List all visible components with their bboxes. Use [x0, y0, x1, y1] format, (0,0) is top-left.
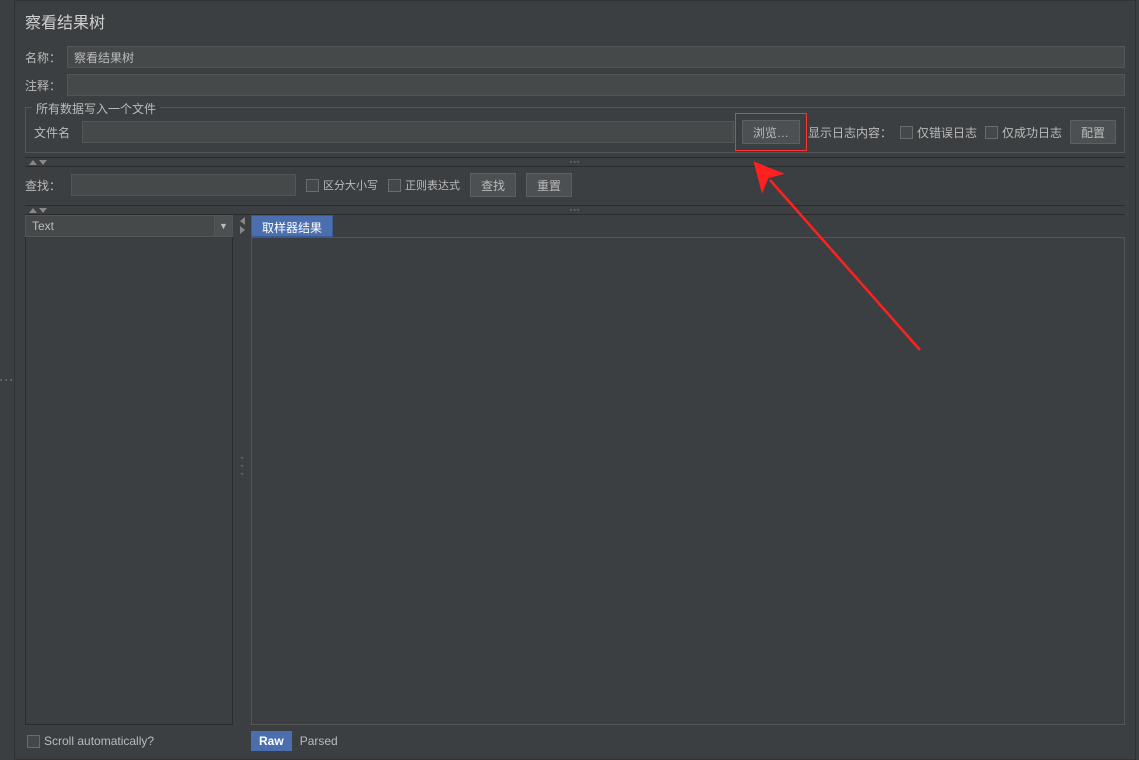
- fieldset-legend: 所有数据写入一个文件: [32, 100, 160, 117]
- case-sensitive-label: 区分大小写: [323, 177, 378, 193]
- search-input[interactable]: [71, 174, 296, 196]
- splitter-left-icon: [240, 217, 245, 225]
- collapse-down-icon: [39, 208, 47, 213]
- reset-button[interactable]: 重置: [526, 173, 572, 197]
- success-only-checkbox[interactable]: 仅成功日志: [985, 124, 1062, 141]
- left-dock-handle[interactable]: [0, 0, 14, 760]
- result-content-area: [251, 237, 1125, 725]
- regex-label: 正则表达式: [405, 177, 460, 193]
- checkbox-icon: [388, 179, 401, 192]
- search-label: 查找：: [25, 177, 61, 194]
- config-button[interactable]: 配置: [1070, 120, 1116, 144]
- file-output-fieldset: 所有数据写入一个文件 文件名 浏览… 显示日志内容： 仅错误日志 仅成功日志 配…: [25, 107, 1125, 153]
- case-sensitive-checkbox[interactable]: 区分大小写: [306, 177, 378, 193]
- name-label: 名称：: [25, 49, 61, 66]
- collapse-bar-1[interactable]: ▪▪▪: [25, 157, 1125, 167]
- panel-title: 察看结果树: [15, 1, 1135, 43]
- results-tree[interactable]: [25, 237, 233, 725]
- comment-label: 注释：: [25, 77, 61, 94]
- splitter-right-icon: [240, 226, 245, 234]
- collapse-up-icon: [29, 208, 37, 213]
- filename-label: 文件名: [34, 124, 74, 141]
- collapse-up-icon: [29, 160, 37, 165]
- checkbox-icon: [27, 735, 40, 748]
- error-only-checkbox[interactable]: 仅错误日志: [900, 124, 977, 141]
- scroll-auto-label: Scroll automatically?: [44, 734, 154, 748]
- dropdown-value: Text: [26, 216, 214, 236]
- collapse-down-icon: [39, 160, 47, 165]
- grip-icon: ▪▪▪: [239, 455, 246, 479]
- tab-sampler-result[interactable]: 取样器结果: [251, 215, 333, 237]
- tab-parsed[interactable]: Parsed: [292, 731, 346, 751]
- name-input[interactable]: [67, 46, 1125, 68]
- vertical-splitter[interactable]: ▪▪▪: [233, 215, 251, 725]
- checkbox-icon: [900, 126, 913, 139]
- checkbox-icon: [985, 126, 998, 139]
- checkbox-icon: [306, 179, 319, 192]
- find-button[interactable]: 查找: [470, 173, 516, 197]
- regex-checkbox[interactable]: 正则表达式: [388, 177, 460, 193]
- grip-icon: ▪▪▪: [570, 159, 580, 166]
- scroll-auto-checkbox[interactable]: Scroll automatically?: [27, 734, 154, 748]
- log-content-label: 显示日志内容：: [808, 124, 892, 141]
- grip-icon: ▪▪▪: [570, 207, 580, 214]
- error-only-label: 仅错误日志: [917, 124, 977, 141]
- comment-input[interactable]: [67, 74, 1125, 96]
- filename-input[interactable]: [82, 121, 734, 143]
- main-panel: 察看结果树 名称： 注释： 所有数据写入一个文件 文件名 浏览… 显示日志内容：…: [14, 0, 1136, 760]
- tab-raw[interactable]: Raw: [251, 731, 292, 751]
- collapse-bar-2[interactable]: ▪▪▪: [25, 205, 1125, 215]
- chevron-down-icon: ▼: [214, 216, 232, 236]
- browse-button[interactable]: 浏览…: [742, 120, 800, 144]
- render-type-dropdown[interactable]: Text ▼: [25, 215, 233, 237]
- success-only-label: 仅成功日志: [1002, 124, 1062, 141]
